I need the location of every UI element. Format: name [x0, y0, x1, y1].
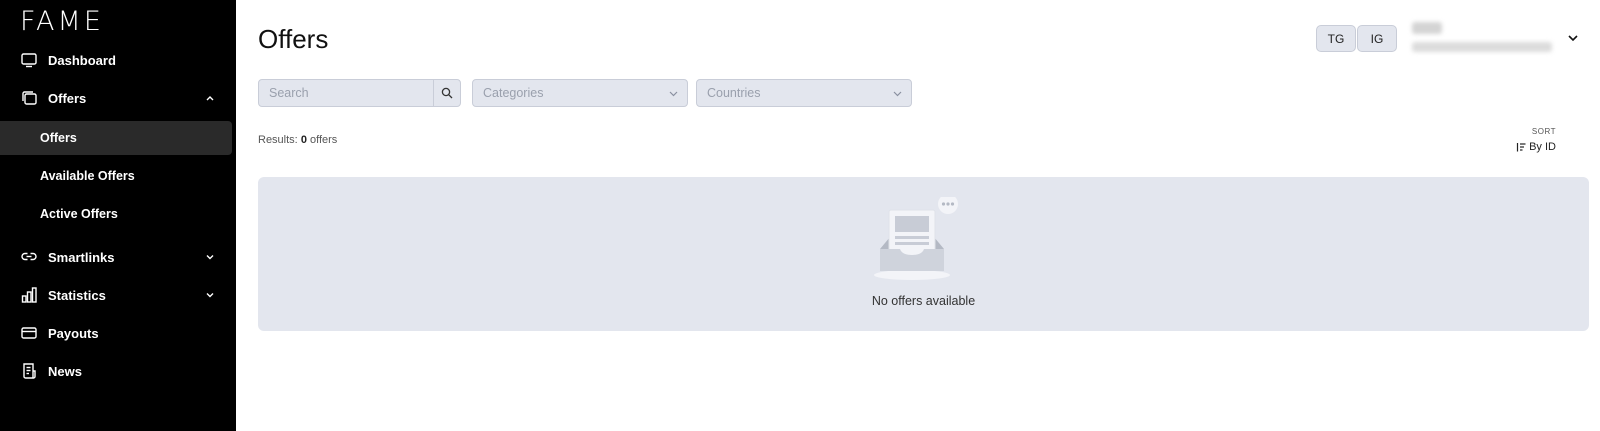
link-icon	[21, 252, 37, 261]
categories-placeholder: Categories	[483, 86, 544, 100]
sidebar-item-label: Offers	[48, 90, 87, 106]
search-field	[258, 79, 461, 107]
user-info[interactable]	[1412, 20, 1562, 60]
sort-value: By ID	[1529, 141, 1556, 153]
sidebar-item-dashboard[interactable]: Dashboard	[0, 42, 236, 78]
chevron-down-icon	[893, 91, 902, 97]
chevron-down-icon[interactable]	[1566, 31, 1580, 45]
sidebar-item-label: Smartlinks	[48, 249, 115, 265]
countries-select[interactable]: Countries	[696, 79, 912, 107]
card-icon	[21, 327, 37, 339]
sidebar-item-label: Statistics	[48, 287, 106, 303]
chevron-up-icon[interactable]	[204, 92, 216, 104]
sidebar-subitem-label: Available Offers	[40, 169, 135, 183]
categories-select[interactable]: Categories	[472, 79, 688, 107]
sidebar-subitem-available-offers[interactable]: Available Offers	[0, 159, 232, 193]
chevron-down-icon[interactable]	[204, 251, 216, 263]
sidebar-item-label: Dashboard	[48, 52, 116, 68]
results-number: 0	[300, 134, 307, 146]
search-input[interactable]	[259, 80, 435, 106]
ig-button[interactable]: IG	[1357, 25, 1397, 52]
countries-placeholder: Countries	[707, 86, 761, 100]
sidebar-item-payouts[interactable]: Payouts	[0, 315, 236, 351]
newspaper-icon	[23, 363, 36, 379]
empty-state-panel: No offers available	[258, 177, 1589, 331]
layers-icon	[22, 91, 37, 105]
sidebar-subitem-active-offers[interactable]: Active Offers	[0, 197, 232, 231]
sidebar-item-news[interactable]: News	[0, 353, 236, 389]
sidebar: FAME Dashboard Offers Offers Available O…	[0, 0, 236, 431]
sidebar-item-offers[interactable]: Offers	[0, 80, 236, 116]
sort-label: SORT	[1531, 127, 1556, 136]
sidebar-subitem-offers[interactable]: Offers	[0, 121, 232, 155]
tg-button[interactable]: TG	[1316, 25, 1356, 52]
monitor-icon	[21, 53, 37, 68]
sort-button[interactable]: By ID	[1516, 141, 1556, 153]
empty-state-message: No offers available	[871, 294, 976, 308]
app-logo[interactable]: FAME	[20, 6, 104, 37]
chevron-down-icon	[669, 91, 678, 97]
empty-inbox-icon	[874, 197, 958, 280]
sidebar-item-smartlinks[interactable]: Smartlinks	[0, 239, 236, 275]
user-name-redacted	[1412, 22, 1442, 34]
sort-icon	[1516, 143, 1526, 152]
chevron-down-icon[interactable]	[204, 289, 216, 301]
search-icon	[441, 87, 453, 99]
main-content: Offers TG IG Categories Countries Result…	[236, 0, 1600, 431]
sidebar-subitem-label: Offers	[40, 131, 77, 145]
search-button[interactable]	[433, 80, 460, 106]
results-suffix: offers	[310, 134, 338, 146]
user-email-redacted	[1412, 42, 1552, 52]
sidebar-item-label: News	[48, 363, 82, 379]
sidebar-subitem-label: Active Offers	[40, 207, 118, 221]
sidebar-item-label: Payouts	[48, 325, 99, 341]
results-count: Results: 0 offers	[258, 134, 337, 146]
page-title: Offers	[258, 24, 329, 54]
results-prefix: Results:	[258, 134, 298, 146]
sidebar-item-statistics[interactable]: Statistics	[0, 277, 236, 313]
bar-chart-icon	[21, 287, 37, 303]
